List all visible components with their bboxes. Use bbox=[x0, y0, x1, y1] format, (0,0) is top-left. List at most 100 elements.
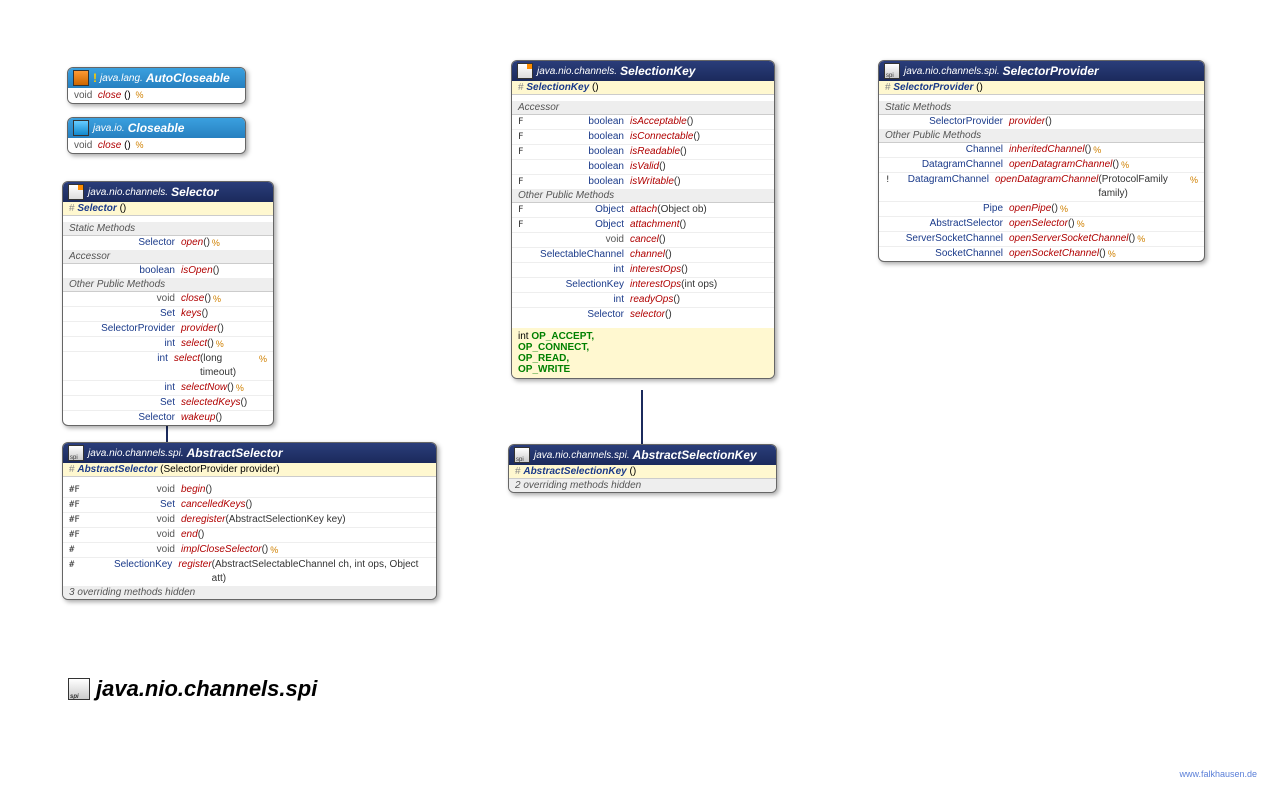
methods: SelectorProviderprovider () bbox=[879, 115, 1204, 129]
spi-icon bbox=[68, 445, 84, 461]
spi-icon bbox=[514, 447, 530, 463]
cls: Closeable bbox=[128, 121, 185, 135]
mod: # bbox=[885, 82, 891, 93]
method-row: intselect (long timeout) % bbox=[63, 352, 273, 381]
method-row: SetselectedKeys () bbox=[63, 396, 273, 411]
throws: % bbox=[136, 90, 144, 100]
cls: AbstractSelector bbox=[187, 446, 283, 460]
method-row: #Fvoidend () bbox=[63, 528, 436, 543]
cls: Selector bbox=[171, 185, 218, 199]
package-name: java.nio.channels.spi bbox=[96, 676, 317, 702]
header: java.nio.channels. SelectionKey bbox=[512, 61, 774, 81]
pkg: java.nio.channels.spi. bbox=[88, 448, 184, 459]
cup-icon bbox=[73, 70, 89, 86]
method-row: Selectoropen () % bbox=[63, 236, 273, 250]
method-row: FbooleanisReadable () bbox=[512, 145, 774, 160]
ctor-name: AbstractSelector bbox=[77, 464, 157, 475]
exc-marker: ! bbox=[93, 71, 97, 85]
class-closeable: java.io. Closeable void close () % bbox=[67, 117, 246, 154]
pkg: java.lang. bbox=[100, 73, 143, 84]
header: ! java.lang. AutoCloseable bbox=[68, 68, 245, 88]
section-other: Other Public Methods bbox=[63, 278, 273, 292]
ctor-params: () bbox=[630, 466, 637, 477]
mth: close bbox=[98, 90, 121, 101]
method-row: FbooleanisAcceptable () bbox=[512, 115, 774, 130]
throws: % bbox=[136, 140, 144, 150]
pkg: java.nio.channels. bbox=[88, 187, 168, 198]
package-label: java.nio.channels.spi bbox=[68, 676, 317, 702]
method-row: Setkeys () bbox=[63, 307, 273, 322]
footer-link[interactable]: www.falkhausen.de bbox=[1179, 769, 1257, 779]
pkg: java.nio.channels.spi. bbox=[534, 450, 630, 461]
section-static: Static Methods bbox=[63, 222, 273, 236]
mth: close bbox=[98, 140, 121, 151]
method-row: intinterestOps () bbox=[512, 263, 774, 278]
note: 2 overriding methods hidden bbox=[509, 479, 776, 492]
class-abstractselectionkey: java.nio.channels.spi. AbstractSelection… bbox=[508, 444, 777, 493]
ctor-params: () bbox=[976, 82, 983, 93]
pkg: java.nio.channels.spi. bbox=[904, 66, 1000, 77]
methods: booleanisOpen () bbox=[63, 264, 273, 278]
method-row: booleanisOpen () bbox=[63, 264, 273, 278]
class-abstractselector: java.nio.channels.spi. AbstractSelector … bbox=[62, 442, 437, 600]
line-sk-ask bbox=[641, 390, 643, 444]
method-row: void close () % bbox=[68, 138, 245, 153]
method-row: #voidimplCloseSelector () % bbox=[63, 543, 436, 558]
methods: FbooleanisAcceptable ()FbooleanisConnect… bbox=[512, 115, 774, 189]
method-row: void close () % bbox=[68, 88, 245, 103]
prm: () bbox=[124, 140, 133, 151]
methods: FObjectattach (Object ob)FObjectattachme… bbox=[512, 203, 774, 322]
method-row: SocketChannelopenSocketChannel () % bbox=[879, 247, 1204, 261]
constructor: # AbstractSelectionKey () bbox=[509, 465, 776, 479]
method-row: PipeopenPipe () % bbox=[879, 202, 1204, 217]
cls: SelectionKey bbox=[620, 64, 695, 78]
constructor: # Selector () bbox=[63, 202, 273, 216]
method-row: FbooleanisConnectable () bbox=[512, 130, 774, 145]
ctor-name: SelectorProvider bbox=[893, 82, 973, 93]
prm: () bbox=[124, 90, 133, 101]
method-row: intselect () % bbox=[63, 337, 273, 352]
class-autocloseable: ! java.lang. AutoCloseable void close ()… bbox=[67, 67, 246, 104]
header: java.io. Closeable bbox=[68, 118, 245, 138]
methods: voidclose () %Setkeys ()SelectorProvider… bbox=[63, 292, 273, 425]
section-other: Other Public Methods bbox=[512, 189, 774, 203]
section-accessor: Accessor bbox=[512, 101, 774, 115]
method-row: FObjectattach (Object ob) bbox=[512, 203, 774, 218]
method-row: booleanisValid () bbox=[512, 160, 774, 175]
method-row: SelectorProviderprovider () bbox=[63, 322, 273, 337]
note: 3 overriding methods hidden bbox=[63, 586, 436, 599]
pkg: java.nio.channels. bbox=[537, 66, 617, 77]
class-selectionkey: java.nio.channels. SelectionKey # Select… bbox=[511, 60, 775, 379]
method-row: ServerSocketChannelopenServerSocketChann… bbox=[879, 232, 1204, 247]
method-row: Selectorwakeup () bbox=[63, 411, 273, 425]
ctor-name: SelectionKey bbox=[526, 82, 589, 93]
method-row: intreadyOps () bbox=[512, 293, 774, 308]
ctor-name: AbstractSelectionKey bbox=[523, 466, 626, 477]
ctor-name: Selector bbox=[77, 203, 116, 214]
mod: # bbox=[69, 464, 75, 475]
method-row: #SelectionKeyregister (AbstractSelectabl… bbox=[63, 558, 436, 586]
constants: int OP_ACCEPT,OP_CONNECT,OP_READ,OP_WRIT… bbox=[512, 328, 774, 378]
method-row: #Fvoidderegister (AbstractSelectionKey k… bbox=[63, 513, 436, 528]
method-row: !DatagramChannelopenDatagramChannel (Pro… bbox=[879, 173, 1204, 202]
ctor-params: (SelectorProvider provider) bbox=[160, 464, 280, 475]
method-row: voidclose () % bbox=[63, 292, 273, 307]
pkg: java.io. bbox=[93, 123, 125, 134]
method-row: FbooleanisWritable () bbox=[512, 175, 774, 189]
method-row: #Fvoidbegin () bbox=[63, 483, 436, 498]
methods: Selectoropen () % bbox=[63, 236, 273, 250]
mod: # bbox=[69, 203, 75, 214]
doc-icon bbox=[68, 184, 84, 200]
constructor: # AbstractSelector (SelectorProvider pro… bbox=[63, 463, 436, 477]
cls: SelectorProvider bbox=[1003, 64, 1099, 78]
method-row: FObjectattachment () bbox=[512, 218, 774, 233]
header: java.nio.channels.spi. SelectorProvider bbox=[879, 61, 1204, 81]
spi-icon bbox=[884, 63, 900, 79]
cls: AutoCloseable bbox=[146, 71, 230, 85]
methods: ChannelinheritedChannel () %DatagramChan… bbox=[879, 143, 1204, 261]
constructor: # SelectionKey () bbox=[512, 81, 774, 95]
section-other: Other Public Methods bbox=[879, 129, 1204, 143]
ctor-params: () bbox=[592, 82, 599, 93]
cls: AbstractSelectionKey bbox=[633, 448, 757, 462]
const-type: int bbox=[518, 331, 531, 342]
